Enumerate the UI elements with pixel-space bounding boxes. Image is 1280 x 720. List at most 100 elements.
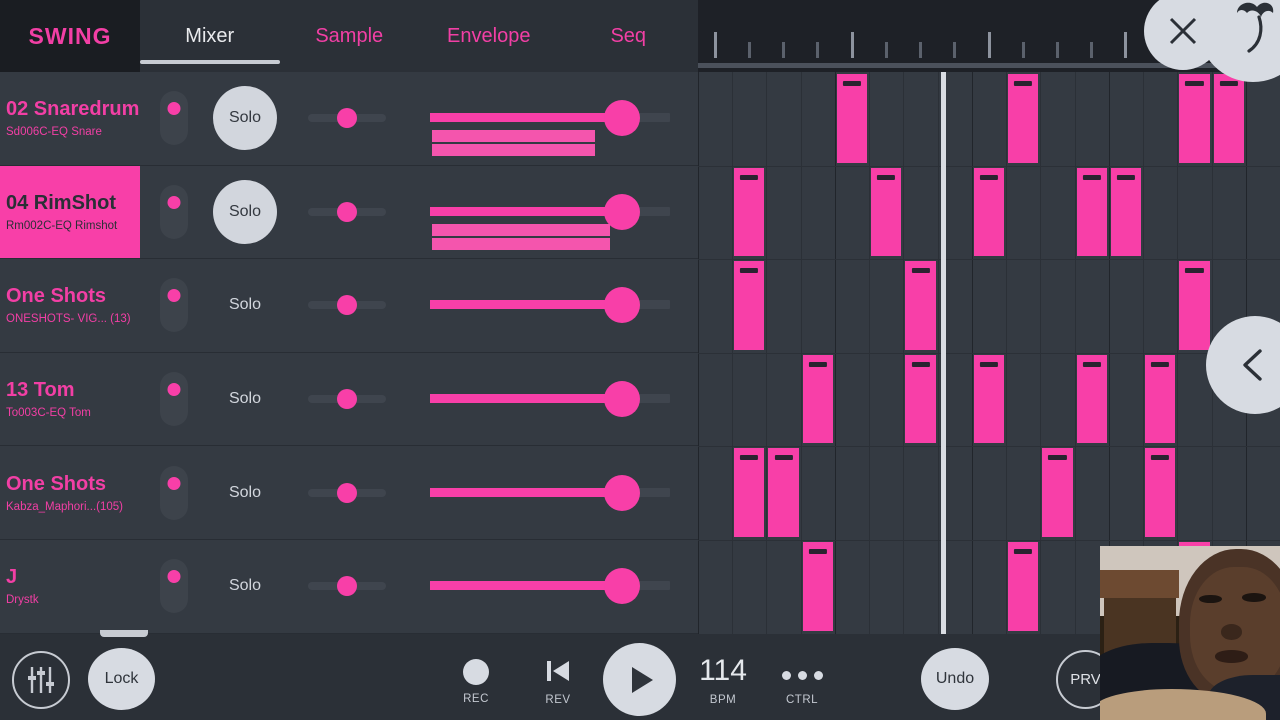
tab-seq[interactable]: Seq [559,0,699,72]
sequencer-note-handle[interactable] [911,361,930,367]
sequencer-note-handle[interactable] [877,174,896,180]
pan-slider[interactable] [308,389,386,410]
sequencer-note[interactable] [1008,74,1039,163]
track-name-block[interactable]: J Drystk [0,540,140,633]
mixer-track-row[interactable]: 02 Snaredrum Sd006C-EQ Snare Solo [0,72,698,166]
tab-mixer[interactable]: Mixer [140,0,280,72]
sequencer-note-handle[interactable] [1116,174,1135,180]
sequencer-note-handle[interactable] [740,174,759,180]
sequencer-note-handle[interactable] [774,455,793,461]
sequencer-note-handle[interactable] [808,361,827,367]
track-name-block[interactable]: 02 Snaredrum Sd006C-EQ Snare [0,72,140,165]
pan-slider-knob[interactable] [337,295,357,316]
sequencer-note[interactable] [802,354,833,444]
sequencer-note-handle[interactable] [740,455,759,461]
volume-fader-knob[interactable] [604,381,640,418]
mute-toggle[interactable] [160,372,188,427]
sequencer-note[interactable] [1145,448,1176,537]
pan-slider-knob[interactable] [337,108,357,129]
sequencer-note-handle[interactable] [979,361,999,367]
sequencer-note-handle[interactable] [1185,81,1204,86]
mixer-track-row[interactable]: One Shots Kabza_Maphori...(105) Solo [0,446,698,540]
track-name-block[interactable]: 04 RimShot Rm002C-EQ Rimshot [0,165,140,259]
sequencer-note-handle[interactable] [1014,81,1033,86]
rewind-button[interactable]: REV [534,656,582,706]
solo-button[interactable]: Solo [213,566,277,606]
sequencer-note-handle[interactable] [808,549,827,554]
undo-button[interactable]: Undo [921,648,989,710]
sequencer-note[interactable] [768,448,799,537]
sequencer-note[interactable] [734,448,765,537]
panel-drag-handle[interactable] [100,630,148,637]
solo-button[interactable]: Solo [213,379,277,419]
track-name-block[interactable]: One Shots ONESHOTS- VIG... (13) [0,259,140,352]
sequencer-note[interactable] [905,354,936,444]
volume-fader[interactable] [430,180,670,250]
pan-slider[interactable] [308,482,386,503]
track-name-block[interactable]: One Shots Kabza_Maphori...(105) [0,446,140,539]
sequencer-note-handle[interactable] [1185,268,1204,274]
pan-slider[interactable] [308,201,386,222]
sequencer-note-handle[interactable] [1151,455,1170,461]
sequencer-note[interactable] [1042,448,1073,537]
solo-button[interactable]: Solo [213,179,277,244]
volume-fader[interactable] [430,461,670,525]
sequencer-note-handle[interactable] [1082,361,1101,367]
track-name-block[interactable]: 13 Tom To003C-EQ Tom [0,353,140,446]
pan-slider[interactable] [308,295,386,316]
sequencer-note[interactable] [734,167,765,257]
sequencer-note[interactable] [973,354,1005,444]
volume-fader-knob[interactable] [604,287,640,324]
mixer-track-row[interactable]: 13 Tom To003C-EQ Tom Solo [0,353,698,447]
mute-toggle[interactable] [160,465,188,520]
tab-envelope[interactable]: Envelope [419,0,559,72]
mixer-track-row[interactable]: One Shots ONESHOTS- VIG... (13) Solo [0,259,698,353]
sequencer-note-handle[interactable] [1151,361,1170,367]
sequencer-note[interactable] [1145,354,1176,444]
mute-toggle[interactable] [160,278,188,333]
pan-slider-knob[interactable] [337,576,357,597]
mixer-track-row[interactable]: J Drystk Solo [0,540,698,634]
mixer-track-row[interactable]: 04 RimShot Rm002C-EQ Rimshot Solo [0,165,698,260]
volume-fader[interactable] [430,554,670,618]
volume-fader[interactable] [430,86,670,157]
solo-button[interactable]: Solo [213,285,277,325]
pan-slider-knob[interactable] [337,389,357,410]
solo-button[interactable]: Solo [213,86,277,151]
volume-fader[interactable] [430,273,670,337]
sequencer-note-handle[interactable] [842,81,862,86]
sequencer-note-handle[interactable] [979,174,999,180]
play-button[interactable] [603,643,676,716]
mute-toggle[interactable] [160,91,188,146]
lock-button[interactable]: Lock [88,648,155,710]
sequencer-note-handle[interactable] [1082,174,1101,180]
pan-slider-knob[interactable] [337,482,357,503]
record-button[interactable]: REC [452,659,500,705]
sequencer-note[interactable] [836,74,868,163]
sequencer-note[interactable] [1076,354,1107,444]
solo-button[interactable]: Solo [213,473,277,513]
sequencer-note[interactable] [1008,542,1039,631]
pan-slider[interactable] [308,576,386,597]
volume-fader-knob[interactable] [604,100,640,137]
mute-toggle[interactable] [160,184,188,239]
volume-fader[interactable] [430,367,670,431]
mixer-button[interactable] [12,651,70,709]
sequencer-note[interactable] [905,261,936,350]
volume-fader-knob[interactable] [604,474,640,511]
sequencer-note[interactable] [1179,74,1210,163]
ctrl-button[interactable]: CTRL [775,664,829,706]
sequencer-note[interactable] [1213,74,1244,163]
sequencer-note[interactable] [871,167,902,257]
bpm-control[interactable]: 114 BPM [696,656,750,707]
sequencer-note-handle[interactable] [740,268,759,274]
tab-sample[interactable]: Sample [280,0,420,72]
pan-slider-knob[interactable] [337,201,357,222]
pan-slider[interactable] [308,108,386,129]
sequencer-note-handle[interactable] [1014,549,1033,554]
sequencer-note[interactable] [1110,167,1142,257]
sequencer-note-handle[interactable] [1048,455,1067,461]
sequencer-note[interactable] [1179,261,1210,350]
sequencer-note-handle[interactable] [1219,81,1238,86]
sequencer-note[interactable] [973,167,1005,257]
